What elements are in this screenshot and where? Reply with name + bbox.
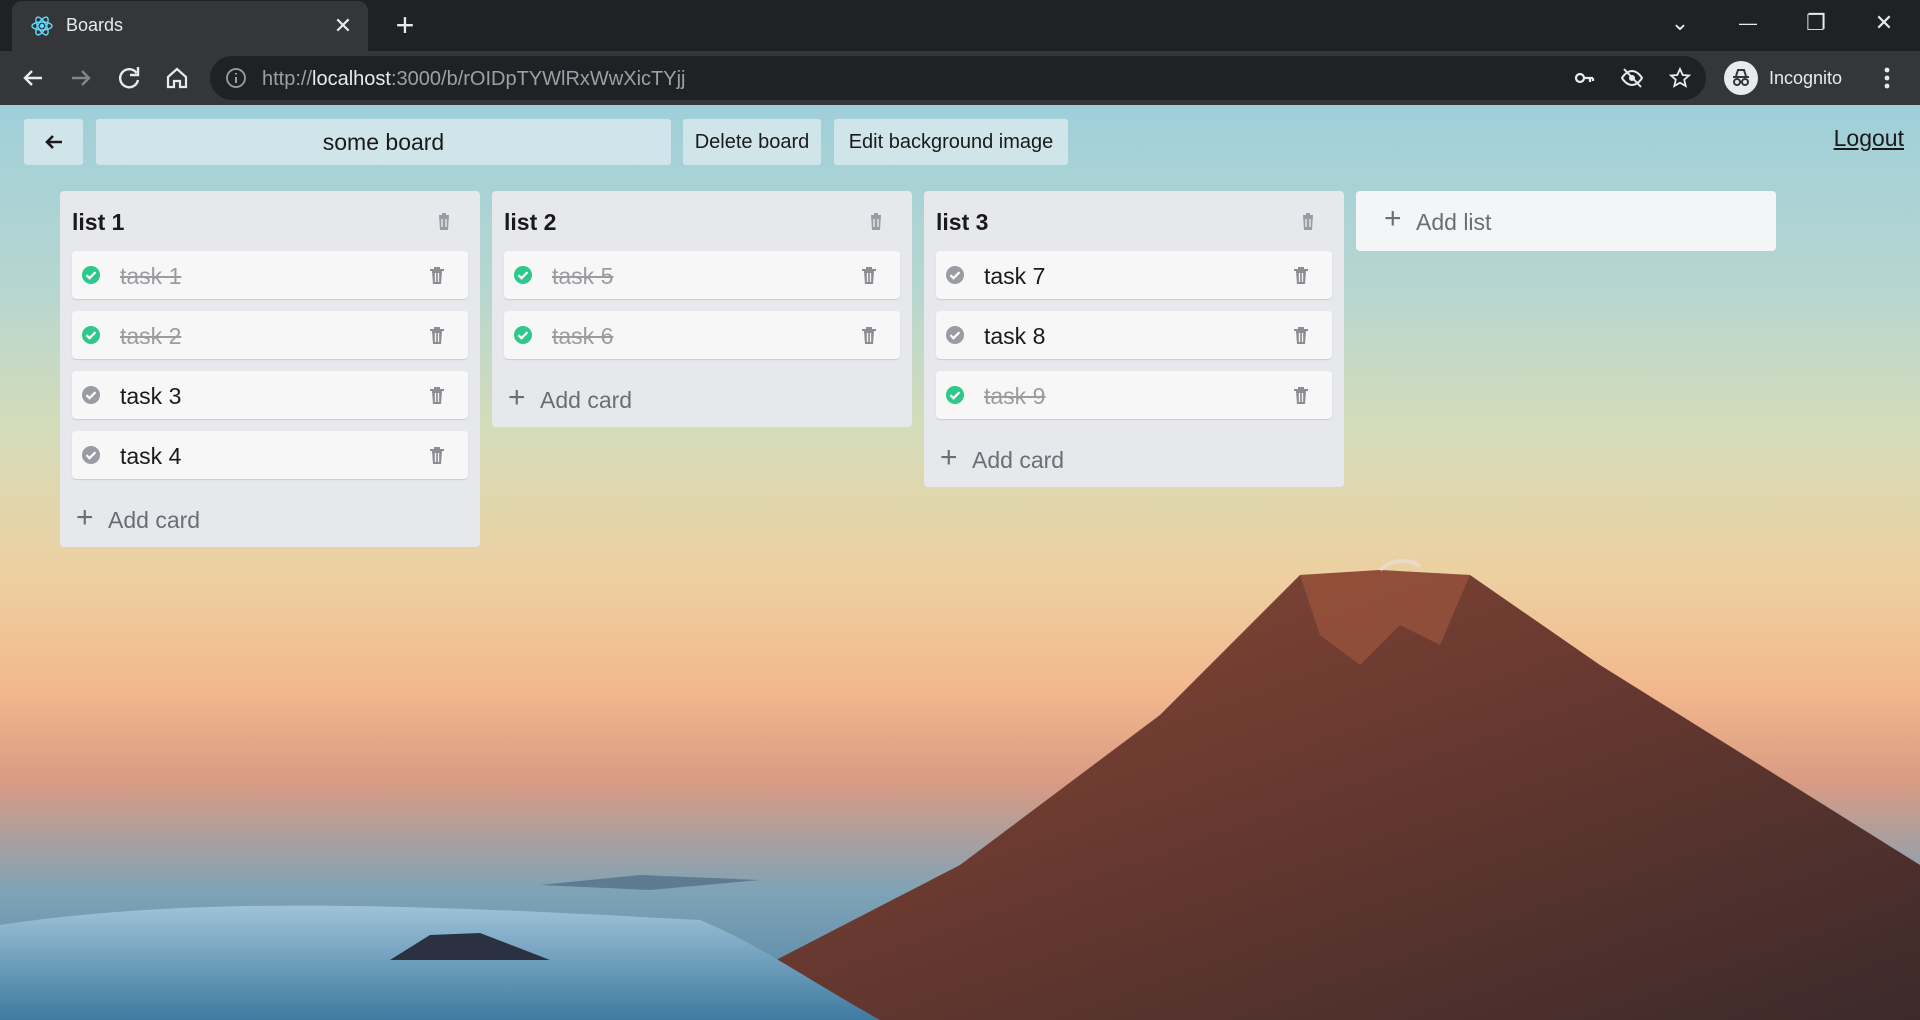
trash-icon[interactable] [1292, 265, 1310, 285]
tab-title: Boards [66, 15, 124, 35]
browser-tab[interactable]: Boards ✕ [12, 1, 368, 51]
back-button[interactable] [24, 119, 83, 165]
trash-icon[interactable] [1292, 325, 1310, 345]
add-card-button[interactable]: + Add card [492, 371, 912, 427]
list-card[interactable]: task 7 [936, 251, 1332, 299]
browser-tabstrip: Boards ✕ + ⌄ — ❐ ✕ [0, 0, 1920, 51]
window-close-icon[interactable]: ✕ [1866, 8, 1902, 40]
bookmark-star-icon[interactable] [1668, 66, 1692, 90]
plus-icon: + [508, 381, 526, 414]
list-card[interactable]: task 4 [72, 431, 468, 479]
add-card-label: Add card [972, 447, 1065, 473]
check-circle-icon[interactable] [81, 445, 101, 465]
board-title-input[interactable] [96, 119, 671, 165]
trash-icon[interactable] [428, 385, 446, 405]
restore-icon[interactable]: ❐ [1798, 8, 1834, 40]
plus-icon: + [76, 501, 94, 534]
site-info-icon[interactable] [224, 66, 248, 90]
board-page: Delete board Edit background image Logou… [0, 105, 1920, 1020]
card-title: task 1 [120, 263, 182, 289]
card-title: task 3 [120, 383, 182, 409]
list-title[interactable]: list 3 [936, 209, 988, 236]
new-tab-button[interactable]: + [390, 9, 420, 41]
key-icon[interactable] [1572, 66, 1596, 90]
tab-search-icon[interactable]: ⌄ [1662, 8, 1698, 40]
plus-icon: + [1384, 202, 1402, 235]
incognito-icon [1724, 61, 1758, 95]
card-title: task 4 [120, 443, 182, 469]
board-header: Delete board Edit background image Logou… [24, 119, 1904, 165]
incognito-label: Incognito [1769, 67, 1843, 88]
check-circle-icon[interactable] [945, 385, 965, 405]
add-list-button[interactable]: + Add list [1356, 191, 1776, 251]
add-card-button[interactable]: + Add card [924, 431, 1344, 487]
list-header: list 2 [492, 191, 912, 251]
url-text: http://localhost:3000/b/rOIDpTYWlRxWwXic… [262, 68, 686, 90]
trash-icon[interactable] [860, 265, 878, 285]
list-card[interactable]: task 6 [504, 311, 900, 359]
card-title: task 2 [120, 323, 182, 349]
back-arrow-icon[interactable] [16, 61, 50, 95]
home-icon[interactable] [160, 61, 194, 95]
check-circle-icon[interactable] [81, 385, 101, 405]
check-circle-icon[interactable] [81, 325, 101, 345]
browser-toolbar: http://localhost:3000/b/rOIDpTYWlRxWwXic… [0, 51, 1920, 105]
list-card[interactable]: task 3 [72, 371, 468, 419]
list-card[interactable]: task 8 [936, 311, 1332, 359]
list-title[interactable]: list 2 [504, 209, 556, 236]
list-column: list 3 task 7 task 8 task 9 + Add card [924, 191, 1344, 487]
trash-icon[interactable] [428, 265, 446, 285]
trash-icon[interactable] [428, 325, 446, 345]
forward-arrow-icon[interactable] [64, 61, 98, 95]
address-bar[interactable]: http://localhost:3000/b/rOIDpTYWlRxWwXic… [210, 56, 1706, 100]
list-title[interactable]: list 1 [72, 209, 124, 236]
card-title: task 6 [552, 323, 614, 349]
add-card-button[interactable]: + Add card [60, 491, 480, 547]
browser-menu-icon[interactable] [1872, 61, 1902, 95]
add-list-label: Add list [1416, 209, 1492, 235]
trash-icon[interactable] [428, 445, 446, 465]
trash-icon[interactable] [434, 210, 454, 232]
list-column: list 2 task 5 task 6 + Add card [492, 191, 912, 427]
incognito-profile-button[interactable]: Incognito [1720, 56, 1850, 100]
card-title: task 5 [552, 263, 614, 289]
list-column: list 1 task 1 task 2 task 3 task 4 + Add… [60, 191, 480, 547]
list-card[interactable]: task 2 [72, 311, 468, 359]
tracking-blocked-eye-icon[interactable] [1620, 66, 1644, 90]
list-card[interactable]: task 5 [504, 251, 900, 299]
add-card-label: Add card [540, 387, 633, 413]
add-card-label: Add card [108, 507, 201, 533]
check-circle-icon[interactable] [513, 325, 533, 345]
delete-board-button[interactable]: Delete board [683, 119, 821, 165]
trash-icon[interactable] [866, 210, 886, 232]
plus-icon: + [940, 441, 958, 474]
react-icon [30, 14, 54, 38]
check-circle-icon[interactable] [945, 325, 965, 345]
list-card[interactable]: task 9 [936, 371, 1332, 419]
check-circle-icon[interactable] [945, 265, 965, 285]
logout-link[interactable]: Logout [1834, 125, 1904, 152]
tab-close-icon[interactable]: ✕ [332, 15, 354, 37]
trash-icon[interactable] [1292, 385, 1310, 405]
left-arrow-icon [44, 135, 62, 149]
reload-icon[interactable] [112, 61, 146, 95]
check-circle-icon[interactable] [513, 265, 533, 285]
list-card[interactable]: task 1 [72, 251, 468, 299]
check-circle-icon[interactable] [81, 265, 101, 285]
list-header: list 1 [60, 191, 480, 251]
trash-icon[interactable] [1298, 210, 1318, 232]
trash-icon[interactable] [860, 325, 878, 345]
card-title: task 7 [984, 263, 1046, 289]
card-title: task 8 [984, 323, 1046, 349]
edit-background-button[interactable]: Edit background image [834, 119, 1068, 165]
card-title: task 9 [984, 383, 1046, 409]
list-header: list 3 [924, 191, 1344, 251]
minimize-icon[interactable]: — [1730, 8, 1766, 40]
